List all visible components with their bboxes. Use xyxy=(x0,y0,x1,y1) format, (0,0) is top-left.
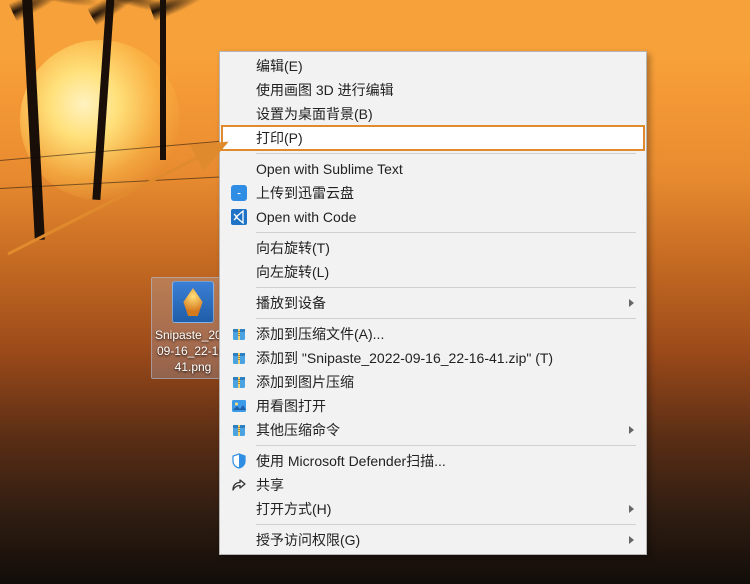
menu-separator xyxy=(256,445,636,446)
xunlei-icon xyxy=(230,184,248,202)
menu-item[interactable]: 添加到压缩文件(A)... xyxy=(222,322,644,346)
menu-item[interactable]: 添加到 "Snipaste_2022-09-16_22-16-41.zip" (… xyxy=(222,346,644,370)
viewer-icon xyxy=(230,397,248,415)
menu-item[interactable]: 用看图打开 xyxy=(222,394,644,418)
menu-item[interactable]: 向右旋转(T) xyxy=(222,236,644,260)
context-menu: 编辑(E) 使用画图 3D 进行编辑设置为桌面背景(B) 打印(P) Open wit… xyxy=(219,51,647,555)
menu-item[interactable]: 编辑(E) xyxy=(222,54,644,78)
menu-item-label: 使用 Microsoft Defender扫描... xyxy=(256,451,446,471)
menu-item-label: 打印(P) xyxy=(256,128,303,148)
menu-item[interactable]: 使用 Microsoft Defender扫描... xyxy=(222,449,644,473)
menu-separator xyxy=(256,287,636,288)
menu-separator xyxy=(256,524,636,525)
menu-item-label: Open with Code xyxy=(256,209,356,225)
menu-item[interactable]: 播放到设备 xyxy=(222,291,644,315)
menu-item-label: 其他压缩命令 xyxy=(256,420,340,440)
menu-item[interactable]: 使用画图 3D 进行编辑 xyxy=(222,78,644,102)
menu-item-label: 向右旋转(T) xyxy=(256,238,330,258)
menu-item-label: 上传到迅雷云盘 xyxy=(256,183,354,203)
defender-icon xyxy=(230,452,248,470)
menu-item-label: Open with Sublime Text xyxy=(256,161,403,177)
vscode-icon xyxy=(230,208,248,226)
menu-item[interactable]: 上传到迅雷云盘 xyxy=(222,181,644,205)
desktop-background: Snipaste_2022-09-16_22-16-41.png 编辑(E)使用… xyxy=(0,0,750,584)
menu-item-label: 授予访问权限(G) xyxy=(256,530,360,550)
menu-item-label: 向左旋转(L) xyxy=(256,262,329,282)
menu-item-label: 共享 xyxy=(256,475,284,495)
menu-item[interactable]: 其他压缩命令 xyxy=(222,418,644,442)
menu-item-label: 打开方式(H) xyxy=(256,499,331,519)
menu-item-label: 编辑(E) xyxy=(256,56,303,76)
chevron-right-icon xyxy=(629,505,634,513)
menu-item[interactable]: 打印(P) xyxy=(222,126,644,150)
chevron-right-icon xyxy=(629,536,634,544)
menu-item[interactable]: Open with Sublime Text xyxy=(222,157,644,181)
chevron-right-icon xyxy=(629,299,634,307)
menu-item-label: 使用画图 3D 进行编辑 xyxy=(256,80,394,100)
zip-icon xyxy=(230,373,248,391)
menu-item-label: 设置为桌面背景(B) xyxy=(256,104,373,124)
menu-item-label: 用看图打开 xyxy=(256,396,326,416)
menu-item[interactable]: 向左旋转(L) xyxy=(222,260,644,284)
zip-icon xyxy=(230,325,248,343)
menu-separator xyxy=(256,318,636,319)
share-icon xyxy=(230,476,248,494)
menu-item-label: 添加到 "Snipaste_2022-09-16_22-16-41.zip" (… xyxy=(256,348,553,368)
menu-item[interactable]: 授予访问权限(G) xyxy=(222,528,644,552)
file-thumbnail xyxy=(172,281,214,323)
chevron-right-icon xyxy=(629,426,634,434)
menu-item[interactable]: 设置为桌面背景(B) xyxy=(222,102,644,126)
sun-glow xyxy=(20,40,180,200)
zip-icon xyxy=(230,421,248,439)
zip-icon xyxy=(230,349,248,367)
menu-item-label: 添加到压缩文件(A)... xyxy=(256,324,384,344)
menu-item[interactable]: 共享 xyxy=(222,473,644,497)
menu-item[interactable]: 打开方式(H) xyxy=(222,497,644,521)
menu-item-label: 播放到设备 xyxy=(256,293,326,313)
menu-item-label: 添加到图片压缩 xyxy=(256,372,354,392)
menu-item[interactable]: 添加到图片压缩 xyxy=(222,370,644,394)
menu-item[interactable]: Open with Code xyxy=(222,205,644,229)
menu-separator xyxy=(256,232,636,233)
menu-separator xyxy=(256,153,636,154)
